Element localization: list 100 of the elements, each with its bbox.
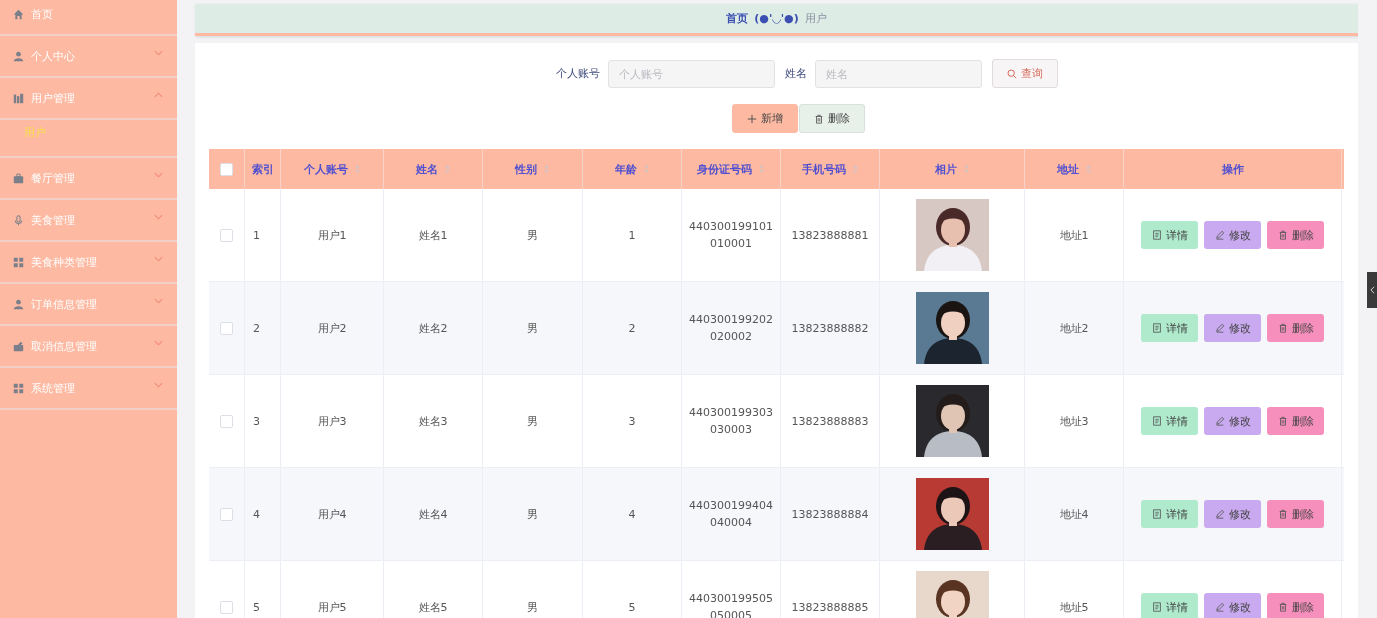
search-icon — [1006, 68, 1017, 79]
detail-button[interactable]: 详情 — [1141, 593, 1198, 618]
delete-button[interactable]: 删除 — [1267, 500, 1324, 528]
column-header[interactable]: 个人账号 — [303, 161, 348, 177]
document-icon — [1151, 230, 1162, 240]
column-header[interactable]: 相片 — [934, 161, 957, 177]
table-cell-text: 地址2 — [1059, 320, 1089, 337]
table-cell-text: 姓名1 — [418, 227, 448, 244]
breadcrumb-link[interactable]: 首页 — [726, 11, 749, 26]
row-checkbox[interactable] — [220, 600, 233, 614]
row-checkbox[interactable] — [220, 507, 233, 521]
search-button[interactable]: 查询 — [991, 59, 1058, 88]
breadcrumb-current: 用户 — [804, 11, 827, 26]
table-cell-text: 姓名4 — [418, 506, 448, 523]
detail-button[interactable]: 详情 — [1141, 500, 1198, 528]
table-cell-text: 13823888885 — [791, 599, 869, 616]
table-cell-text: 440300199303030003 — [688, 405, 774, 438]
side-panel-handle[interactable] — [1367, 272, 1377, 308]
breadcrumb-separator: (●'◡'●) — [754, 12, 799, 25]
table-cell-text: 姓名5 — [418, 599, 448, 616]
column-header[interactable]: 索引 — [252, 161, 274, 177]
grid-icon — [13, 382, 24, 394]
table-cell-text: 440300199202020002 — [688, 312, 774, 345]
table-cell-text: 1 — [628, 227, 636, 244]
table-cell-text: 男 — [527, 506, 538, 523]
table-cell: 2 — [253, 321, 260, 335]
table-cell-text: 地址3 — [1059, 413, 1089, 430]
person-icon — [13, 298, 24, 310]
trash-icon — [1277, 509, 1288, 519]
trash-icon — [1277, 602, 1288, 612]
table-cell-text: 5 — [628, 599, 636, 616]
edit-button[interactable]: 修改 — [1204, 407, 1261, 435]
detail-button[interactable]: 详情 — [1141, 314, 1198, 342]
table-cell-text: 13823888881 — [791, 227, 869, 244]
microphone-icon — [13, 214, 24, 226]
column-header[interactable]: 身份证号码 — [697, 161, 752, 177]
chevron-icon — [1369, 286, 1375, 294]
detail-button[interactable]: 详情 — [1141, 221, 1198, 249]
edit-button[interactable]: 修改 — [1204, 221, 1261, 249]
table-cell: 1 — [253, 228, 260, 242]
sort-icon[interactable] — [1084, 164, 1092, 174]
edit-button[interactable]: 修改 — [1204, 314, 1261, 342]
field-label: 个人账号 — [555, 66, 600, 81]
table-cell-text: 姓名3 — [418, 413, 448, 430]
table-cell-text: 男 — [527, 227, 538, 244]
document-icon — [1151, 416, 1162, 426]
delete-button[interactable]: 删除 — [799, 104, 865, 133]
detail-button[interactable]: 详情 — [1141, 407, 1198, 435]
plus-icon — [747, 113, 757, 124]
search-field[interactable]: 姓名 — [814, 59, 982, 88]
table-cell-text: 姓名2 — [418, 320, 448, 337]
add-button[interactable]: 新增 — [732, 104, 798, 133]
sort-icon[interactable] — [962, 164, 970, 174]
table-cell-text: 用户4 — [317, 506, 347, 523]
table-cell-text: 13823888883 — [791, 413, 869, 430]
table-cell: 4 — [253, 507, 260, 521]
column-header[interactable]: 手机号码 — [801, 161, 846, 177]
field-label: 姓名 — [784, 66, 807, 81]
table-cell: 5 — [253, 600, 260, 614]
table-cell: 3 — [253, 414, 260, 428]
select-all-checkbox[interactable] — [220, 162, 233, 176]
table-cell-text: 地址1 — [1059, 227, 1089, 244]
sort-icon[interactable] — [758, 164, 765, 174]
delete-button[interactable]: 删除 — [1267, 407, 1324, 435]
table-cell-text: 13823888882 — [791, 320, 869, 337]
delete-button[interactable]: 删除 — [1267, 314, 1324, 342]
sort-icon[interactable] — [851, 164, 859, 174]
table-cell-text: 440300199404040004 — [688, 498, 774, 531]
delete-button[interactable]: 删除 — [1267, 221, 1324, 249]
sort-icon[interactable] — [642, 164, 650, 174]
column-header[interactable]: 性别 — [515, 161, 537, 177]
trash-icon — [814, 113, 824, 124]
home-icon — [13, 8, 24, 20]
table-cell-text: 地址4 — [1059, 506, 1089, 523]
pencil-icon — [1214, 509, 1225, 519]
column-header[interactable]: 操作 — [1221, 161, 1244, 177]
table-cell-text: 用户1 — [317, 227, 347, 244]
sort-icon[interactable] — [543, 164, 550, 174]
sort-icon[interactable] — [443, 164, 451, 174]
row-checkbox[interactable] — [220, 414, 233, 428]
column-header[interactable]: 地址 — [1056, 161, 1079, 177]
briefcase-icon — [13, 172, 24, 184]
table-cell-text: 4 — [628, 506, 636, 523]
table-cell-text: 440300199101010001 — [688, 219, 774, 252]
table-cell-text: 3 — [628, 413, 636, 430]
edit-button[interactable]: 修改 — [1204, 593, 1261, 618]
table-cell-text: 男 — [527, 413, 538, 430]
table-cell-text: 用户5 — [317, 599, 347, 616]
row-checkbox[interactable] — [220, 321, 233, 335]
edit-button[interactable]: 修改 — [1204, 500, 1261, 528]
table-cell-text: 地址5 — [1059, 599, 1089, 616]
delete-button[interactable]: 删除 — [1267, 593, 1324, 618]
pencil-icon — [1214, 323, 1225, 333]
sort-icon[interactable] — [353, 164, 361, 174]
person-icon — [13, 50, 24, 62]
table-cell-text: 男 — [527, 320, 538, 337]
column-header[interactable]: 年龄 — [614, 161, 637, 177]
column-header[interactable]: 姓名 — [415, 161, 438, 177]
document-icon — [1151, 323, 1162, 333]
row-checkbox[interactable] — [220, 228, 233, 242]
